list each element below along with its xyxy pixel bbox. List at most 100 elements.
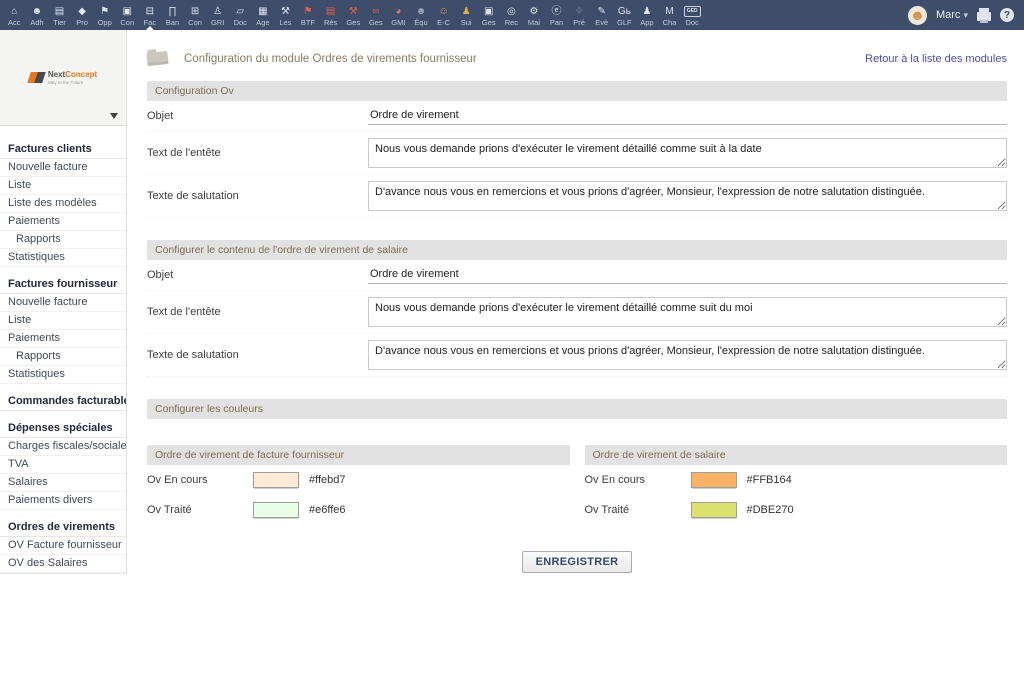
color-row-label: Ov En cours — [147, 474, 208, 486]
sidebar-menu-item[interactable]: Factures clients — [0, 141, 126, 159]
top-nav-module-item[interactable]: ▤ Tier — [48, 0, 71, 30]
top-nav-module-item[interactable]: ▤ Rés — [319, 0, 342, 30]
top-nav-module-item[interactable]: ⚙ Mai — [523, 0, 546, 30]
sidebar-menu-item[interactable]: Liste — [0, 177, 126, 195]
top-nav-module-item[interactable]: ▣ Con — [116, 0, 139, 30]
objet-salaire-input[interactable] — [368, 266, 1007, 284]
sidebar-menu-item[interactable]: Statistiques — [0, 249, 126, 267]
module-label: Con — [120, 18, 135, 27]
top-nav-module-item[interactable]: Gь GLF — [613, 0, 636, 30]
top-nav-module-item[interactable]: ⚑ BTF — [297, 0, 320, 30]
user-avatar[interactable]: ☻ — [907, 5, 927, 25]
sidebar-filter-toggle-icon[interactable] — [110, 113, 118, 119]
top-nav-module-item[interactable]: M Cha — [658, 0, 681, 30]
sidebar-menu-item[interactable]: OV des Salaires — [0, 555, 126, 573]
user-menu[interactable]: Marc ▾ — [936, 9, 968, 21]
module-label: Mai — [527, 18, 540, 27]
color-swatch[interactable] — [253, 472, 299, 488]
brand-name-second: Concept — [65, 69, 98, 79]
save-button[interactable]: ENREGISTRER — [521, 551, 633, 573]
sidebar-menu-item[interactable]: Paiements divers — [0, 492, 126, 510]
color-hex-value: #ffebd7 — [309, 474, 346, 486]
sidebar-menu-item[interactable]: OV Facture fournisseur — [0, 537, 126, 555]
objet-label: Objet — [147, 269, 174, 281]
top-nav-module-item[interactable]: ⓔ Pan — [545, 0, 568, 30]
top-nav-module-item[interactable]: ⊞ Con — [184, 0, 207, 30]
sidebar-menu-item[interactable]: Dépenses spéciales — [0, 420, 126, 438]
top-nav-module-item[interactable]: ▦ Age — [252, 0, 275, 30]
sidebar-menu-item[interactable]: Statistiques — [0, 366, 126, 384]
form-row-entete: Text de l'entête Nous vous demande prion… — [147, 132, 1007, 175]
sidebar-menu-item[interactable]: Nouvelle facture — [0, 294, 126, 312]
sidebar-menu-item[interactable]: Liste des modèles — [0, 195, 126, 213]
company-logo[interactable]: NextConcept Way to the Future — [27, 69, 98, 87]
module-label: Fac — [143, 18, 157, 27]
top-nav-module-item[interactable]: ▣ Ges — [477, 0, 500, 30]
top-nav-module-item[interactable]: ▱ Doc — [229, 0, 252, 30]
module-label: Ges — [481, 18, 496, 27]
sidebar-menu-item[interactable]: Salaires — [0, 474, 126, 492]
top-nav-module-item[interactable]: ☺ E-C — [432, 0, 455, 30]
sidebar-menu-item[interactable]: Paiements — [0, 330, 126, 348]
top-nav-module-item[interactable]: ◎ Rec — [500, 0, 523, 30]
help-icon[interactable]: ? — [1000, 8, 1014, 22]
module-label: Ges — [368, 18, 383, 27]
module-icon: ☻ — [415, 6, 427, 17]
salutation-textarea[interactable]: D'avance nous vous en remercions et vous… — [368, 181, 1007, 211]
top-nav-module-item[interactable]: ❖ Pré — [568, 0, 591, 30]
color-hex-value: #e6ffe6 — [309, 504, 346, 516]
top-nav-module-item[interactable]: ◕ GMI — [387, 0, 410, 30]
color-swatch[interactable] — [253, 502, 299, 518]
top-nav-module-item[interactable]: ☻ Équ — [410, 0, 433, 30]
form-row-salutation-salaire: Texte de salutation D'avance nous vous e… — [147, 334, 1007, 377]
salutation-salaire-textarea[interactable]: D'avance nous vous en remercions et vous… — [368, 340, 1007, 370]
top-nav-module-item[interactable]: GED Doc — [681, 0, 704, 30]
module-icon: ♟ — [642, 6, 652, 17]
top-nav-module-item[interactable]: ♟ Sui — [455, 0, 478, 30]
top-nav-module-item[interactable]: ∏ Ban — [161, 0, 184, 30]
top-nav-module-item[interactable]: ☻ Adh — [26, 0, 49, 30]
top-nav-module-item[interactable]: ∞ Ges — [365, 0, 388, 30]
module-label: Opp — [97, 18, 112, 27]
color-row: Ov En cours #FFB164 — [585, 465, 1008, 495]
entete-salaire-textarea[interactable]: Nous vous demande prions d'exécuter le v… — [368, 297, 1007, 327]
panel-title-facture-fournisseur: Ordre de virement de facture fournisseur — [147, 445, 570, 465]
sidebar-menu-item[interactable]: Rapports — [0, 348, 126, 366]
print-icon[interactable] — [977, 8, 991, 23]
top-nav-module-item[interactable]: ⊟ Fac — [139, 0, 162, 30]
module-label: Ges — [346, 18, 361, 27]
sidebar-menu-item[interactable]: Charges fiscales/sociales — [0, 438, 126, 456]
sidebar-menu-item[interactable]: Commandes facturables — [0, 393, 126, 411]
sidebar-menu-item[interactable]: Liste — [0, 312, 126, 330]
top-nav-module-item[interactable]: ◆ Pro — [71, 0, 94, 30]
top-nav-module-item[interactable]: ✎ Evè — [590, 0, 613, 30]
panel-ov-facture-fournisseur: Ordre de virement de facture fournisseur… — [147, 445, 570, 525]
sidebar-menu-item[interactable]: Factures fournisseur — [0, 276, 126, 294]
entete-label: Text de l'entête — [147, 306, 221, 318]
sidebar-menu-item[interactable]: Ordres de virements — [0, 519, 126, 537]
top-nav-module-item[interactable]: ⚒ Ges — [342, 0, 365, 30]
brand-name-first: Next — [47, 69, 66, 79]
module-label: Adh — [30, 18, 44, 27]
form-row-objet: Objet — [147, 101, 1007, 132]
module-label: BTF — [300, 18, 316, 27]
module-icon: ⌂ — [11, 6, 18, 17]
sidebar-menu-item[interactable]: Paiements — [0, 213, 126, 231]
objet-input[interactable] — [368, 107, 1007, 125]
module-label: Doc — [233, 18, 247, 27]
return-to-modules-link[interactable]: Retour à la liste des modules — [865, 53, 1007, 65]
top-nav-module-item[interactable]: ⚒ Les — [274, 0, 297, 30]
sidebar-menu-item[interactable]: TVA — [0, 456, 126, 474]
top-nav-module-item[interactable]: ♟ App — [636, 0, 659, 30]
top-nav-module-item[interactable]: ♙ GRI — [206, 0, 229, 30]
sidebar-menu-item[interactable]: Nouvelle facture — [0, 159, 126, 177]
sidebar-menu-item[interactable]: Rapports — [0, 231, 126, 249]
module-label: Pan — [549, 18, 564, 27]
top-nav-module-item[interactable]: ⌂ Acc — [3, 0, 26, 30]
module-icon: ☺ — [438, 6, 449, 17]
entete-textarea[interactable]: Nous vous demande prions d'exécuter le v… — [368, 138, 1007, 168]
color-swatch[interactable] — [690, 472, 737, 488]
module-icon: ◆ — [78, 6, 86, 17]
top-nav-module-item[interactable]: ⚑ Opp — [93, 0, 116, 30]
color-swatch[interactable] — [690, 502, 737, 518]
